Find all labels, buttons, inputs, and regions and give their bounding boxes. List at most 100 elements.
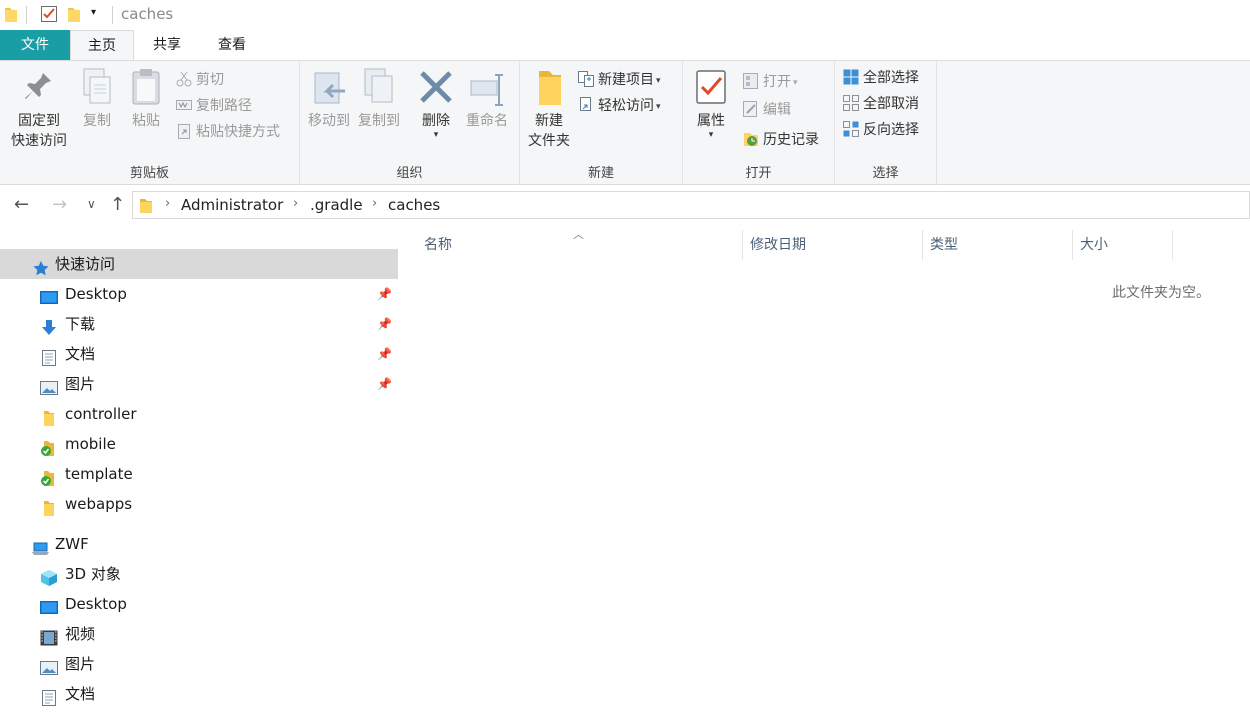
copy-path-icon [176,97,192,113]
empty-folder-message: 此文件夹为空。 [1112,285,1210,301]
nav-item-pc-desktop[interactable]: Desktop [0,589,398,619]
new-folder-quick-icon[interactable] [67,5,81,25]
desktop-icon [40,596,58,614]
back-arrow-icon[interactable]: ← [14,194,29,215]
nav-item-3d-objects[interactable]: 3D 对象 [0,559,398,589]
column-header-size[interactable]: 大小 [1080,226,1108,262]
chevron-down-icon: ▾ [656,102,661,112]
new-item-label: 新建项目 [598,72,654,88]
nav-quick-access[interactable]: 快速访问 [0,249,398,279]
open-button[interactable]: 打开 ▾ [743,71,798,93]
forward-arrow-icon[interactable]: → [52,194,67,215]
folder-icon [40,496,58,516]
select-all-icon [843,69,859,85]
column-divider[interactable] [1172,230,1173,260]
column-header-modified[interactable]: 修改日期 [750,226,806,262]
column-header-type[interactable]: 类型 [930,226,958,262]
breadcrumb-separator-icon[interactable]: › [372,196,377,211]
title-bar: ▾ caches [0,0,1250,30]
open-group: 属性 ▾ 打开 ▾ 编辑 历史记录 打开 [683,61,835,185]
nav-item-label: 3D 对象 [65,565,121,583]
nav-item-pc-documents[interactable]: 文档 [0,679,398,709]
new-folder-button[interactable]: 新建 文件夹 [524,67,574,151]
pin-icon[interactable]: 📌 [377,279,392,309]
nav-item-template[interactable]: template [0,459,398,489]
paste-button[interactable]: 粘贴 [124,67,168,131]
tab-file[interactable]: 文件 [0,30,70,60]
paste-shortcut-button[interactable]: 粘贴快捷方式 [176,121,280,143]
properties-checkmark-icon [693,67,729,107]
pin-icon[interactable]: 📌 [377,339,392,369]
breadcrumb-separator-icon[interactable]: › [293,196,298,211]
copy-path-button[interactable]: 复制路径 [176,95,252,117]
3d-cube-icon [40,566,58,586]
paste-label: 粘贴 [132,113,160,129]
column-divider[interactable] [922,230,923,260]
select-none-button[interactable]: 全部取消 [843,93,919,115]
column-divider[interactable] [742,230,743,260]
new-item-button[interactable]: 新建项目 ▾ [578,69,661,91]
invert-selection-button[interactable]: 反向选择 [843,119,919,141]
open-label: 打开 [763,74,791,90]
sort-ascending-icon: ︿ [573,228,584,241]
recent-locations-chevron-icon[interactable]: ∨ [87,197,96,211]
new-group: 新建 文件夹 新建项目 ▾ 轻松访问 ▾ 新建 [520,61,683,185]
nav-item-label: 视频 [65,625,96,643]
history-button[interactable]: 历史记录 [743,129,819,151]
nav-item-videos[interactable]: 视频 [0,619,398,649]
nav-this-pc[interactable]: ZWF [0,529,398,559]
copy-to-button[interactable]: 复制到 [354,67,404,131]
new-group-label: 新建 [587,166,614,181]
file-list-pane[interactable]: ︿ 名称 修改日期 类型 大小 此文件夹为空。 [401,226,1250,711]
column-divider[interactable] [1072,230,1073,260]
tab-share[interactable]: 共享 [134,30,200,60]
synced-folder-icon [40,436,58,456]
nav-item-desktop[interactable]: Desktop 📌 [0,279,398,309]
invert-selection-icon [843,121,859,137]
clipboard-group-label: 剪贴板 [129,166,169,181]
nav-item-pc-pictures[interactable]: 图片 [0,649,398,679]
delete-dropdown-icon[interactable]: ▾ [414,131,458,140]
nav-item-downloads[interactable]: 下载 📌 [0,309,398,339]
film-strip-icon [40,626,58,646]
rename-button[interactable]: 重命名 [462,67,512,131]
clipboard-icon [128,67,164,107]
column-header-name[interactable]: 名称 [424,226,452,262]
up-arrow-icon[interactable]: ↑ [110,194,125,215]
easy-access-label: 轻松访问 [598,98,654,114]
nav-item-webapps[interactable]: webapps [0,489,398,519]
chevron-down-icon: ▾ [656,76,661,86]
breadcrumb-gradle[interactable]: .gradle [310,196,363,214]
breadcrumb-separator-icon[interactable]: › [165,196,170,211]
pin-quick-access-button[interactable]: 固定到 快速访问 [6,67,72,151]
delete-button[interactable]: 删除 ▾ [414,67,458,140]
customize-dropdown-icon[interactable]: ▾ [91,7,96,27]
cut-button[interactable]: 剪切 [176,69,224,91]
organize-group: 移动到 复制到 删除 ▾ 重命名 组织 [300,61,520,185]
breadcrumb-administrator[interactable]: Administrator [181,196,283,214]
nav-item-mobile[interactable]: mobile [0,429,398,459]
nav-item-pictures[interactable]: 图片 📌 [0,369,398,399]
edit-button[interactable]: 编辑 [743,99,791,121]
ribbon: 固定到 快速访问 复制 粘贴 剪切 复制路径 粘贴快捷方式 剪贴板 移动到 复制… [0,60,1250,185]
pin-icon[interactable]: 📌 [377,369,392,399]
properties-button[interactable]: 属性 ▾ [689,67,733,140]
select-all-button[interactable]: 全部选择 [843,67,919,89]
properties-dropdown-icon[interactable]: ▾ [689,131,733,140]
move-to-button[interactable]: 移动到 [304,67,354,131]
pin-icon[interactable]: 📌 [377,309,392,339]
properties-quick-icon[interactable] [40,5,58,25]
nav-item-controller[interactable]: controller [0,399,398,429]
copy-button[interactable]: 复制 [76,67,118,131]
breadcrumb-caches[interactable]: caches [388,196,440,214]
organize-group-label: 组织 [396,166,423,181]
tab-view[interactable]: 查看 [200,30,264,60]
ribbon-tabs: 文件 主页 共享 查看 [0,30,1250,61]
tab-home[interactable]: 主页 [70,30,134,61]
copy-label: 复制 [83,113,111,129]
address-bar[interactable]: › Administrator › .gradle › caches [132,191,1250,219]
select-all-label: 全部选择 [863,70,919,86]
nav-item-documents[interactable]: 文档 📌 [0,339,398,369]
desktop-icon [40,286,58,304]
easy-access-button[interactable]: 轻松访问 ▾ [578,95,661,117]
